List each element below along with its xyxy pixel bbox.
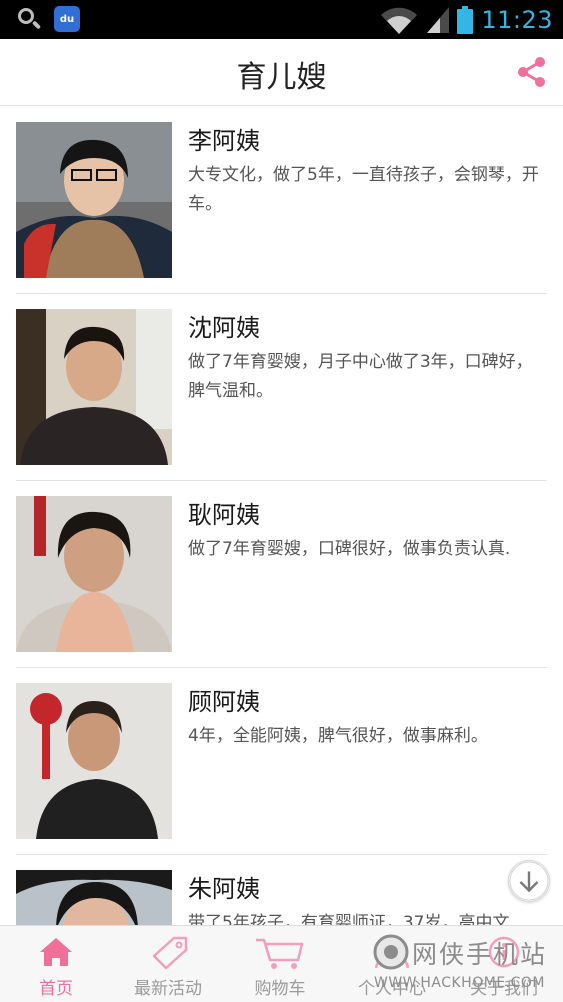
wifi-icon [381,7,418,34]
nanny-photo [16,309,172,465]
share-icon[interactable] [515,55,549,89]
watermark-logo-icon [373,934,409,970]
nanny-list: 李阿姨 大专文化，做了5年，一直待孩子，会钢琴，开车。 沈阿姨 做了7年育婴嫂，… [0,107,563,925]
nanny-description: 做了7年育婴嫂，口碑很好，做事负责认真. [188,539,511,559]
list-item[interactable]: 顾阿姨 4年，全能阿姨，脾气很好，做事麻利。 [16,668,547,855]
tab-latest-events[interactable]: 最新活动 [112,926,224,1002]
home-icon [40,938,72,966]
scroll-down-button[interactable] [508,860,550,902]
nanny-name: 耿阿姨 [188,501,260,529]
tab-home[interactable]: 首页 [0,926,112,1002]
tab-cart[interactable]: 购物车 [224,926,336,1002]
nanny-photo [16,683,172,839]
list-item[interactable]: 耿阿姨 做了7年育婴嫂，口碑很好，做事负责认真. [16,481,547,668]
status-bar-left: du [16,6,80,32]
list-item[interactable]: 朱阿姨 带了5年孩子，有育婴师证，37岁，高中文 [16,855,547,925]
tag-icon [152,936,188,970]
tab-label: 购物车 [254,979,306,999]
app-header: 育儿嫂 [0,39,563,106]
baidu-icon-label: du [59,13,75,25]
signal-icon [427,6,450,33]
nanny-name: 朱阿姨 [188,875,260,903]
nanny-name: 沈阿姨 [188,314,260,342]
nanny-photo [16,496,172,652]
baidu-app-icon: du [54,6,80,32]
battery-icon [457,5,474,34]
search-icon [16,6,42,32]
status-time: 11:23 [481,5,553,34]
nanny-photo [16,870,172,925]
bottom-tab-bar: 首页 最新活动 购物车 个人中心 关于我们 网侠手机站 WWW.HACKHOME… [0,925,563,1002]
nanny-description: 大专文化，做了5年，一直待孩子，会钢琴，开车。 [188,165,539,214]
nanny-photo [16,122,172,278]
nanny-name: 李阿姨 [188,127,260,155]
list-item[interactable]: 李阿姨 大专文化，做了5年，一直待孩子，会钢琴，开车。 [16,107,547,294]
nanny-description: 带了5年孩子，有育婴师证，37岁，高中文 [188,913,510,925]
watermark-english: WWW.HACKHOME.COM [374,975,545,991]
status-bar: du 11:23 [0,0,563,39]
list-item[interactable]: 沈阿姨 做了7年育婴嫂，月子中心做了3年，口碑好，脾气温和。 [16,294,547,481]
page-title: 育儿嫂 [236,60,327,95]
cart-icon [256,938,304,969]
tab-label: 首页 [39,979,73,999]
nanny-description: 4年，全能阿姨，脾气很好，做事麻利。 [188,726,488,746]
status-bar-right: 11:23 [379,0,553,39]
nanny-name: 顾阿姨 [188,688,260,716]
nanny-description: 做了7年育婴嫂，月子中心做了3年，口碑好，脾气温和。 [188,352,533,401]
tab-label: 最新活动 [134,979,202,999]
watermark: 网侠手机站 WWW.HACKHOME.COM [368,931,560,999]
watermark-chinese: 网侠手机站 [412,940,548,969]
